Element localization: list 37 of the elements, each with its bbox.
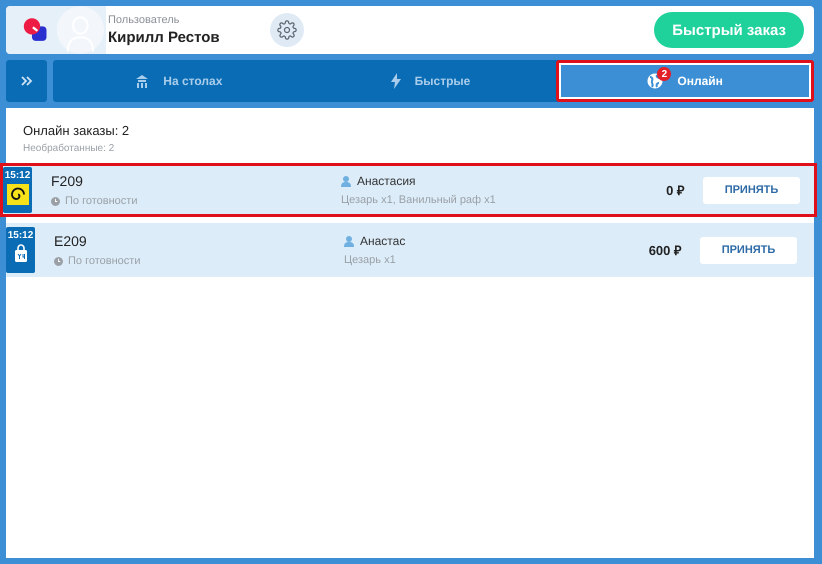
order-items: Цезарь x1 [344,254,397,266]
shopping-bag-icon [14,244,28,262]
summary-subtitle: Необработанные: 2 [23,143,116,154]
order-total: 0 ₽ [666,182,685,199]
person-icon [341,176,351,186]
clock-icon [51,196,60,206]
order-total: 600 ₽ [648,242,682,259]
accept-button[interactable]: ПРИНЯТЬ [703,176,800,204]
settings-icon [276,20,297,40]
order-time: 15:12 [4,170,30,181]
table-icon [135,74,150,88]
person-icon [344,236,354,246]
double-chevron-icon [20,76,32,86]
order-number: E209 [54,233,88,249]
order-timing: По готовности [68,255,140,267]
spiral-logo-icon [6,184,28,205]
count-badge: 2 [657,67,672,81]
tab[interactable]: На столах [53,60,305,102]
settings-button[interactable] [270,13,304,47]
user-caption: Пользователь [108,14,180,26]
accept-button[interactable]: ПРИНЯТЬ [700,236,797,264]
avatar-icon [55,6,106,54]
customer-name: Анастас [360,234,406,248]
summary-title: Онлайн заказы: 2 [23,123,130,138]
order-items: Цезарь x1, Ванильный раф x1 [341,194,497,206]
bolt-icon [390,73,401,89]
clock-icon [54,256,63,266]
customer-name: Анастасия [357,174,416,188]
user-name: Кирилл Рестов [108,29,220,46]
order-time: 15:12 [8,230,34,241]
order-number: F209 [51,173,84,189]
order-timing: По готовности [65,195,138,207]
tab[interactable]: Быстрые [304,60,556,102]
tab[interactable]: 2 Онлайн [556,60,814,102]
expand-button[interactable] [6,60,47,102]
order-row[interactable]: 15:12 F209 По готовности Анастасия Цезарь x1, Ванильный раф x1 0 ₽ ПРИНЯТЬ [0,163,817,217]
order-row[interactable]: 15:12 E209 По готовности Анастас Цезарь x1 600 ₽ ПРИНЯТЬ [6,223,814,277]
